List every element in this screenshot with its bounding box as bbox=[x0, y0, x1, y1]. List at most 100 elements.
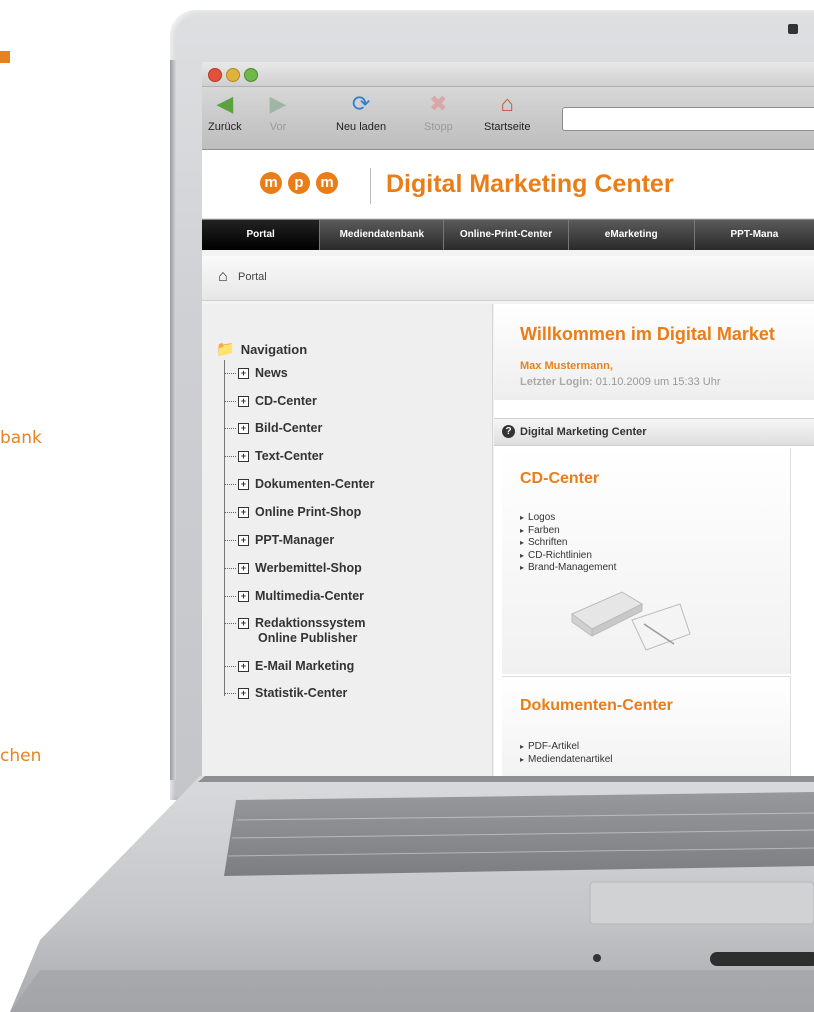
nav-portal[interactable]: Portal bbox=[202, 220, 321, 250]
section-header: ? Digital Marketing Center bbox=[494, 418, 814, 446]
close-window-icon[interactable] bbox=[208, 68, 222, 82]
home-icon: ⌂ bbox=[500, 91, 514, 116]
laptop-base bbox=[10, 776, 814, 1012]
sidebar-item-werbemittel-shop[interactable]: + Werbemittel-Shop bbox=[224, 561, 362, 575]
expand-icon: + bbox=[238, 535, 249, 547]
sidebar-item-label: E-Mail Marketing bbox=[255, 659, 355, 673]
sidebar-item-online-publisher[interactable]: Online Publisher bbox=[258, 631, 357, 645]
zoom-window-icon[interactable] bbox=[244, 68, 258, 82]
camera-icon bbox=[788, 24, 798, 34]
last-login: Letzter Login: 01.10.2009 um 15:33 Uhr bbox=[520, 376, 721, 388]
sidebar-item-redaktionssystem[interactable]: + Redaktionssystem bbox=[224, 616, 365, 630]
card-cd-center: CD-Center Logos Farben Schriften CD-Rich… bbox=[502, 448, 791, 674]
nav-mediendatenbank[interactable]: Mediendatenbank bbox=[320, 220, 445, 250]
expand-icon: + bbox=[238, 688, 249, 700]
card-dokumenten-center: Dokumenten-Center PDF-Artikel Mediendate… bbox=[502, 676, 791, 780]
last-login-value: 01.10.2009 um 15:33 Uhr bbox=[595, 376, 721, 388]
breadcrumb-portal[interactable]: Portal bbox=[238, 271, 267, 283]
expand-icon: + bbox=[238, 396, 249, 408]
expand-icon: + bbox=[238, 618, 249, 630]
back-label: Zurück bbox=[208, 121, 242, 133]
home-icon[interactable]: ⌂ bbox=[218, 268, 228, 286]
sidebar-item-label: CD-Center bbox=[255, 394, 317, 408]
expand-icon: + bbox=[238, 479, 249, 491]
reload-button[interactable]: ⟳ Neu laden bbox=[336, 91, 386, 133]
section-title: Digital Marketing Center bbox=[520, 426, 647, 438]
side-text-chen: chen bbox=[0, 746, 42, 766]
nav-emarketing[interactable]: eMarketing bbox=[569, 220, 695, 250]
sidebar-item-multimedia-center[interactable]: + Multimedia-Center bbox=[224, 589, 364, 603]
sidebar-item-statistik-center[interactable]: + Statistik-Center bbox=[224, 686, 347, 700]
folder-icon: 📁 bbox=[216, 341, 235, 358]
sidebar-item-label: News bbox=[255, 366, 288, 380]
card-title[interactable]: Dokumenten-Center bbox=[520, 697, 673, 715]
expand-icon: + bbox=[238, 591, 249, 603]
list-item[interactable]: Mediendatenartikel bbox=[520, 754, 613, 767]
site-title: Digital Marketing Center bbox=[386, 170, 674, 198]
sidebar-item-e-mail-marketing[interactable]: + E-Mail Marketing bbox=[224, 659, 354, 673]
card-title[interactable]: CD-Center bbox=[520, 470, 599, 488]
sidebar-item-ppt-manager[interactable]: + PPT-Manager bbox=[224, 533, 334, 547]
help-icon[interactable]: ? bbox=[502, 425, 515, 438]
home-button[interactable]: ⌂ Startseite bbox=[484, 91, 530, 133]
sidebar-item-text-center[interactable]: + Text-Center bbox=[224, 449, 324, 463]
address-bar[interactable] bbox=[562, 107, 814, 131]
logo-letter-p: p bbox=[288, 172, 310, 194]
card-list: Logos Farben Schriften CD-Richtlinien Br… bbox=[520, 512, 616, 575]
sidebar-item-label: Online Print-Shop bbox=[255, 505, 362, 519]
list-item[interactable]: Logos bbox=[520, 512, 616, 525]
sidebar-item-dokumenten-center[interactable]: + Dokumenten-Center bbox=[224, 477, 374, 491]
header-divider bbox=[370, 168, 371, 204]
forward-button[interactable]: ▶ Vor bbox=[264, 91, 292, 133]
minimize-window-icon[interactable] bbox=[226, 68, 240, 82]
user-name: Max Mustermann, bbox=[520, 360, 613, 372]
list-item[interactable]: CD-Richtlinien bbox=[520, 550, 616, 563]
expand-icon: + bbox=[238, 507, 249, 519]
stop-icon: ✖ bbox=[429, 91, 448, 116]
expand-icon: + bbox=[238, 451, 249, 463]
sidebar-item-label: Online Publisher bbox=[258, 631, 358, 645]
side-text-bank: bank bbox=[0, 428, 42, 448]
sidebar-item-news[interactable]: + News bbox=[224, 366, 288, 380]
reload-label: Neu laden bbox=[336, 121, 387, 133]
breadcrumb: ⌂ Portal bbox=[202, 256, 814, 301]
stop-button[interactable]: ✖ Stopp bbox=[424, 91, 453, 133]
sidebar-item-label: Text-Center bbox=[255, 449, 324, 463]
sidebar-item-label: Multimedia-Center bbox=[255, 589, 365, 603]
orange-accent-mark bbox=[0, 51, 10, 63]
list-item[interactable]: Brand-Management bbox=[520, 562, 616, 575]
sidebar-item-label: Redaktionssystem bbox=[255, 616, 366, 630]
welcome-panel: Willkommen im Digital Market Max Musterm… bbox=[494, 304, 814, 400]
sidebar-heading-label: Navigation bbox=[240, 342, 308, 357]
nav-ppt-manager[interactable]: PPT-Mana bbox=[695, 220, 814, 250]
home-label: Startseite bbox=[484, 121, 531, 133]
nav-online-print-center[interactable]: Online-Print-Center bbox=[444, 220, 569, 250]
stationery-illustration bbox=[571, 591, 691, 651]
reload-icon: ⟳ bbox=[351, 91, 371, 116]
sidebar-item-bild-center[interactable]: + Bild-Center bbox=[224, 421, 322, 435]
stop-label: Stopp bbox=[424, 121, 453, 133]
sidebar-item-label: Bild-Center bbox=[255, 421, 323, 435]
sidebar: 📁 Navigation + News + CD-Center + Bild-Cente… bbox=[202, 304, 493, 780]
back-arrow-icon: ◀ bbox=[216, 91, 234, 116]
forward-arrow-icon: ▶ bbox=[269, 91, 287, 116]
sidebar-item-online-print-shop[interactable]: + Online Print-Shop bbox=[224, 505, 361, 519]
sidebar-item-cd-center[interactable]: + CD-Center bbox=[224, 394, 317, 408]
sidebar-item-label: PPT-Manager bbox=[255, 533, 335, 547]
main-content: Willkommen im Digital Market Max Musterm… bbox=[494, 304, 814, 780]
browser-toolbar: ◀ Zurück ▶ Vor ⟳ Neu laden ✖ Stopp ⌂ Sta… bbox=[202, 87, 814, 150]
card-list: PDF-Artikel Mediendatenartikel bbox=[520, 741, 613, 766]
sidebar-item-label: Statistik-Center bbox=[255, 686, 348, 700]
sidebar-item-label: Werbemittel-Shop bbox=[255, 561, 362, 575]
list-item[interactable]: Schriften bbox=[520, 537, 616, 550]
expand-icon: + bbox=[238, 563, 249, 575]
logo-letter-m1: m bbox=[260, 172, 282, 194]
main-navigation: Portal Mediendatenbank Online-Print-Cent… bbox=[202, 219, 814, 250]
sidebar-item-label: Dokumenten-Center bbox=[255, 477, 375, 491]
laptop-lid-edge bbox=[170, 60, 176, 780]
list-item[interactable]: Farben bbox=[520, 525, 616, 538]
browser-window: ◀ Zurück ▶ Vor ⟳ Neu laden ✖ Stopp ⌂ Sta… bbox=[202, 62, 814, 780]
back-button[interactable]: ◀ Zurück bbox=[208, 91, 242, 133]
list-item[interactable]: PDF-Artikel bbox=[520, 741, 613, 754]
site-header: m p m Digital Marketing Center bbox=[202, 150, 814, 219]
